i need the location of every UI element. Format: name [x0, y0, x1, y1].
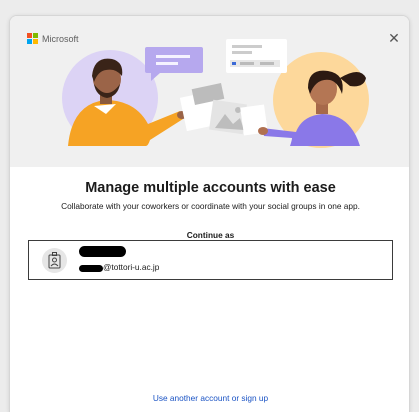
use-another-account-link[interactable]: Use another account or sign up: [10, 393, 409, 403]
microsoft-logo-icon: [27, 33, 38, 44]
dialog-subtitle: Collaborate with your coworkers or coord…: [61, 201, 360, 211]
redacted-email-user: [79, 265, 103, 272]
avatar: [42, 248, 67, 273]
microsoft-brand: Microsoft: [27, 33, 79, 44]
accounts-dialog: Microsoft ✕ Manage multiple accounts wit…: [9, 15, 410, 412]
logo-green-square: [33, 33, 38, 38]
badge-icon: [48, 252, 61, 269]
redacted-account-name: [79, 246, 126, 257]
dialog-title: Manage multiple accounts with ease: [85, 180, 336, 196]
brand-name: Microsoft: [42, 33, 79, 44]
close-icon: ✕: [388, 30, 400, 46]
account-tile[interactable]: @tottori-u.ac.jp: [28, 240, 393, 280]
logo-yellow-square: [33, 39, 38, 44]
account-email-domain: @tottori-u.ac.jp: [103, 262, 160, 272]
hero-banner: Microsoft ✕: [10, 16, 409, 167]
logo-blue-square: [27, 39, 32, 44]
close-button[interactable]: ✕: [386, 30, 402, 46]
continue-as-label: Continue as: [186, 230, 235, 240]
logo-red-square: [27, 33, 32, 38]
